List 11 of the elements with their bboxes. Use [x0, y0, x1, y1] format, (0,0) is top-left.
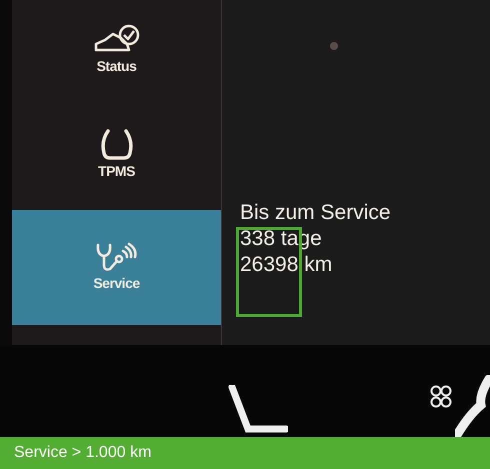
service-reading: 26398 km	[240, 252, 334, 278]
stethoscope-icon	[94, 241, 138, 273]
seat-icon	[455, 375, 490, 437]
service-title: Bis zum Service	[240, 200, 392, 226]
sidebar-item[interactable]: Service	[12, 210, 221, 325]
fan-icon	[430, 385, 452, 409]
sidebar-item[interactable]: TPMS	[12, 100, 221, 210]
camera-dot	[330, 42, 338, 50]
tire-icon	[100, 128, 134, 160]
sidebar-item[interactable]: Status	[12, 0, 221, 100]
caption: Service > 1.000 km	[0, 437, 490, 469]
